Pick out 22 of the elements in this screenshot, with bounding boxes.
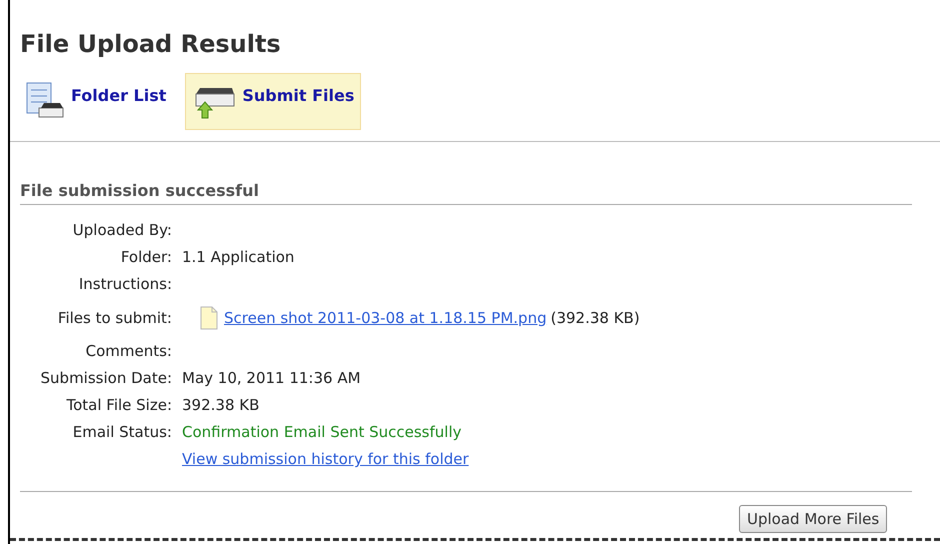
field-value: May 10, 2011 11:36 AM: [182, 368, 361, 390]
field-value: 1.1 Application: [182, 247, 294, 268]
field-label: Instructions:: [78, 275, 172, 294]
list-tray-icon: [25, 80, 65, 120]
field-value: 392.38 KB: [182, 395, 260, 416]
history-link[interactable]: View submission history for this folder: [182, 448, 469, 471]
upload-more-files-button[interactable]: Upload More Files: [739, 505, 888, 533]
field-label: Folder:: [120, 248, 172, 266]
field-label: Files to submit:: [58, 308, 172, 327]
section-heading: File submission successful: [20, 180, 259, 202]
document-icon: [200, 306, 218, 330]
field-label: Email Status:: [72, 423, 172, 442]
field-label: Uploaded By:: [72, 221, 172, 240]
file-size: (392.38 KB): [550, 308, 640, 329]
page-title: File Upload Results: [20, 29, 281, 60]
field-label: Comments:: [86, 342, 172, 360]
status-message: Confirmation Email Sent Successfully: [182, 422, 462, 444]
nav-tab[interactable]: Folder List: [18, 73, 174, 130]
file-link[interactable]: Screen shot 2011-03-08 at 1.18.15 PM.png: [224, 306, 547, 330]
field-label: Total File Size:: [66, 396, 172, 414]
nav-tab[interactable]: Submit Files: [185, 73, 362, 130]
field-label: Submission Date:: [40, 369, 172, 388]
